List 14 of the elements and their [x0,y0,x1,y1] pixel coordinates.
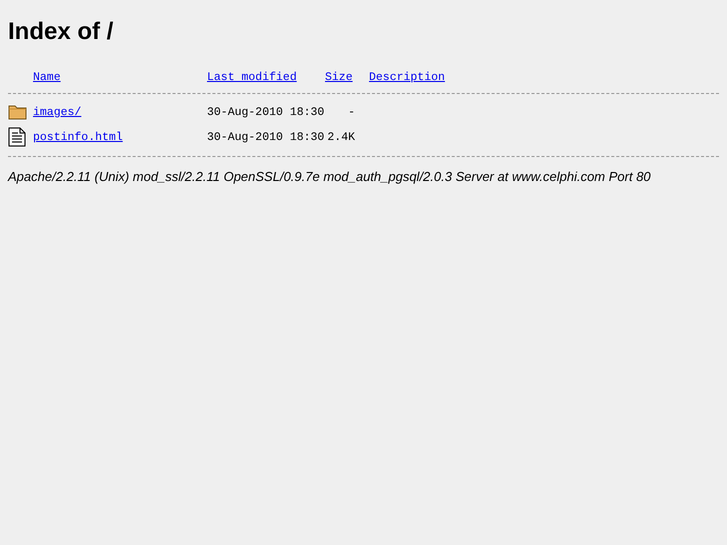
file-size: 2.4K [327,130,355,144]
column-sort-link[interactable]: Size [325,71,353,84]
server-signature: Apache/2.2.11 (Unix) mod_ssl/2.2.11 OpenSSL/0.9.7e mod_auth_pgsql/2.0.3 Server at www.celphi.com Port 80 [8,168,652,186]
page-title: Index of / [8,18,114,47]
file-link[interactable]: postinfo.html [33,130,123,144]
document-icon [8,127,26,148]
file-size: - [348,106,355,119]
modified-date: 30-Aug-2010 18:30 [207,130,325,146]
file-link[interactable]: images/ [33,106,82,119]
modified-date: 30-Aug-2010 18:30 [207,104,325,121]
column-sort-link[interactable]: Name [33,71,61,84]
column-sort-link[interactable]: Description [369,71,445,84]
column-sort-link[interactable]: Last modified [207,71,297,84]
folder-icon [8,103,28,120]
